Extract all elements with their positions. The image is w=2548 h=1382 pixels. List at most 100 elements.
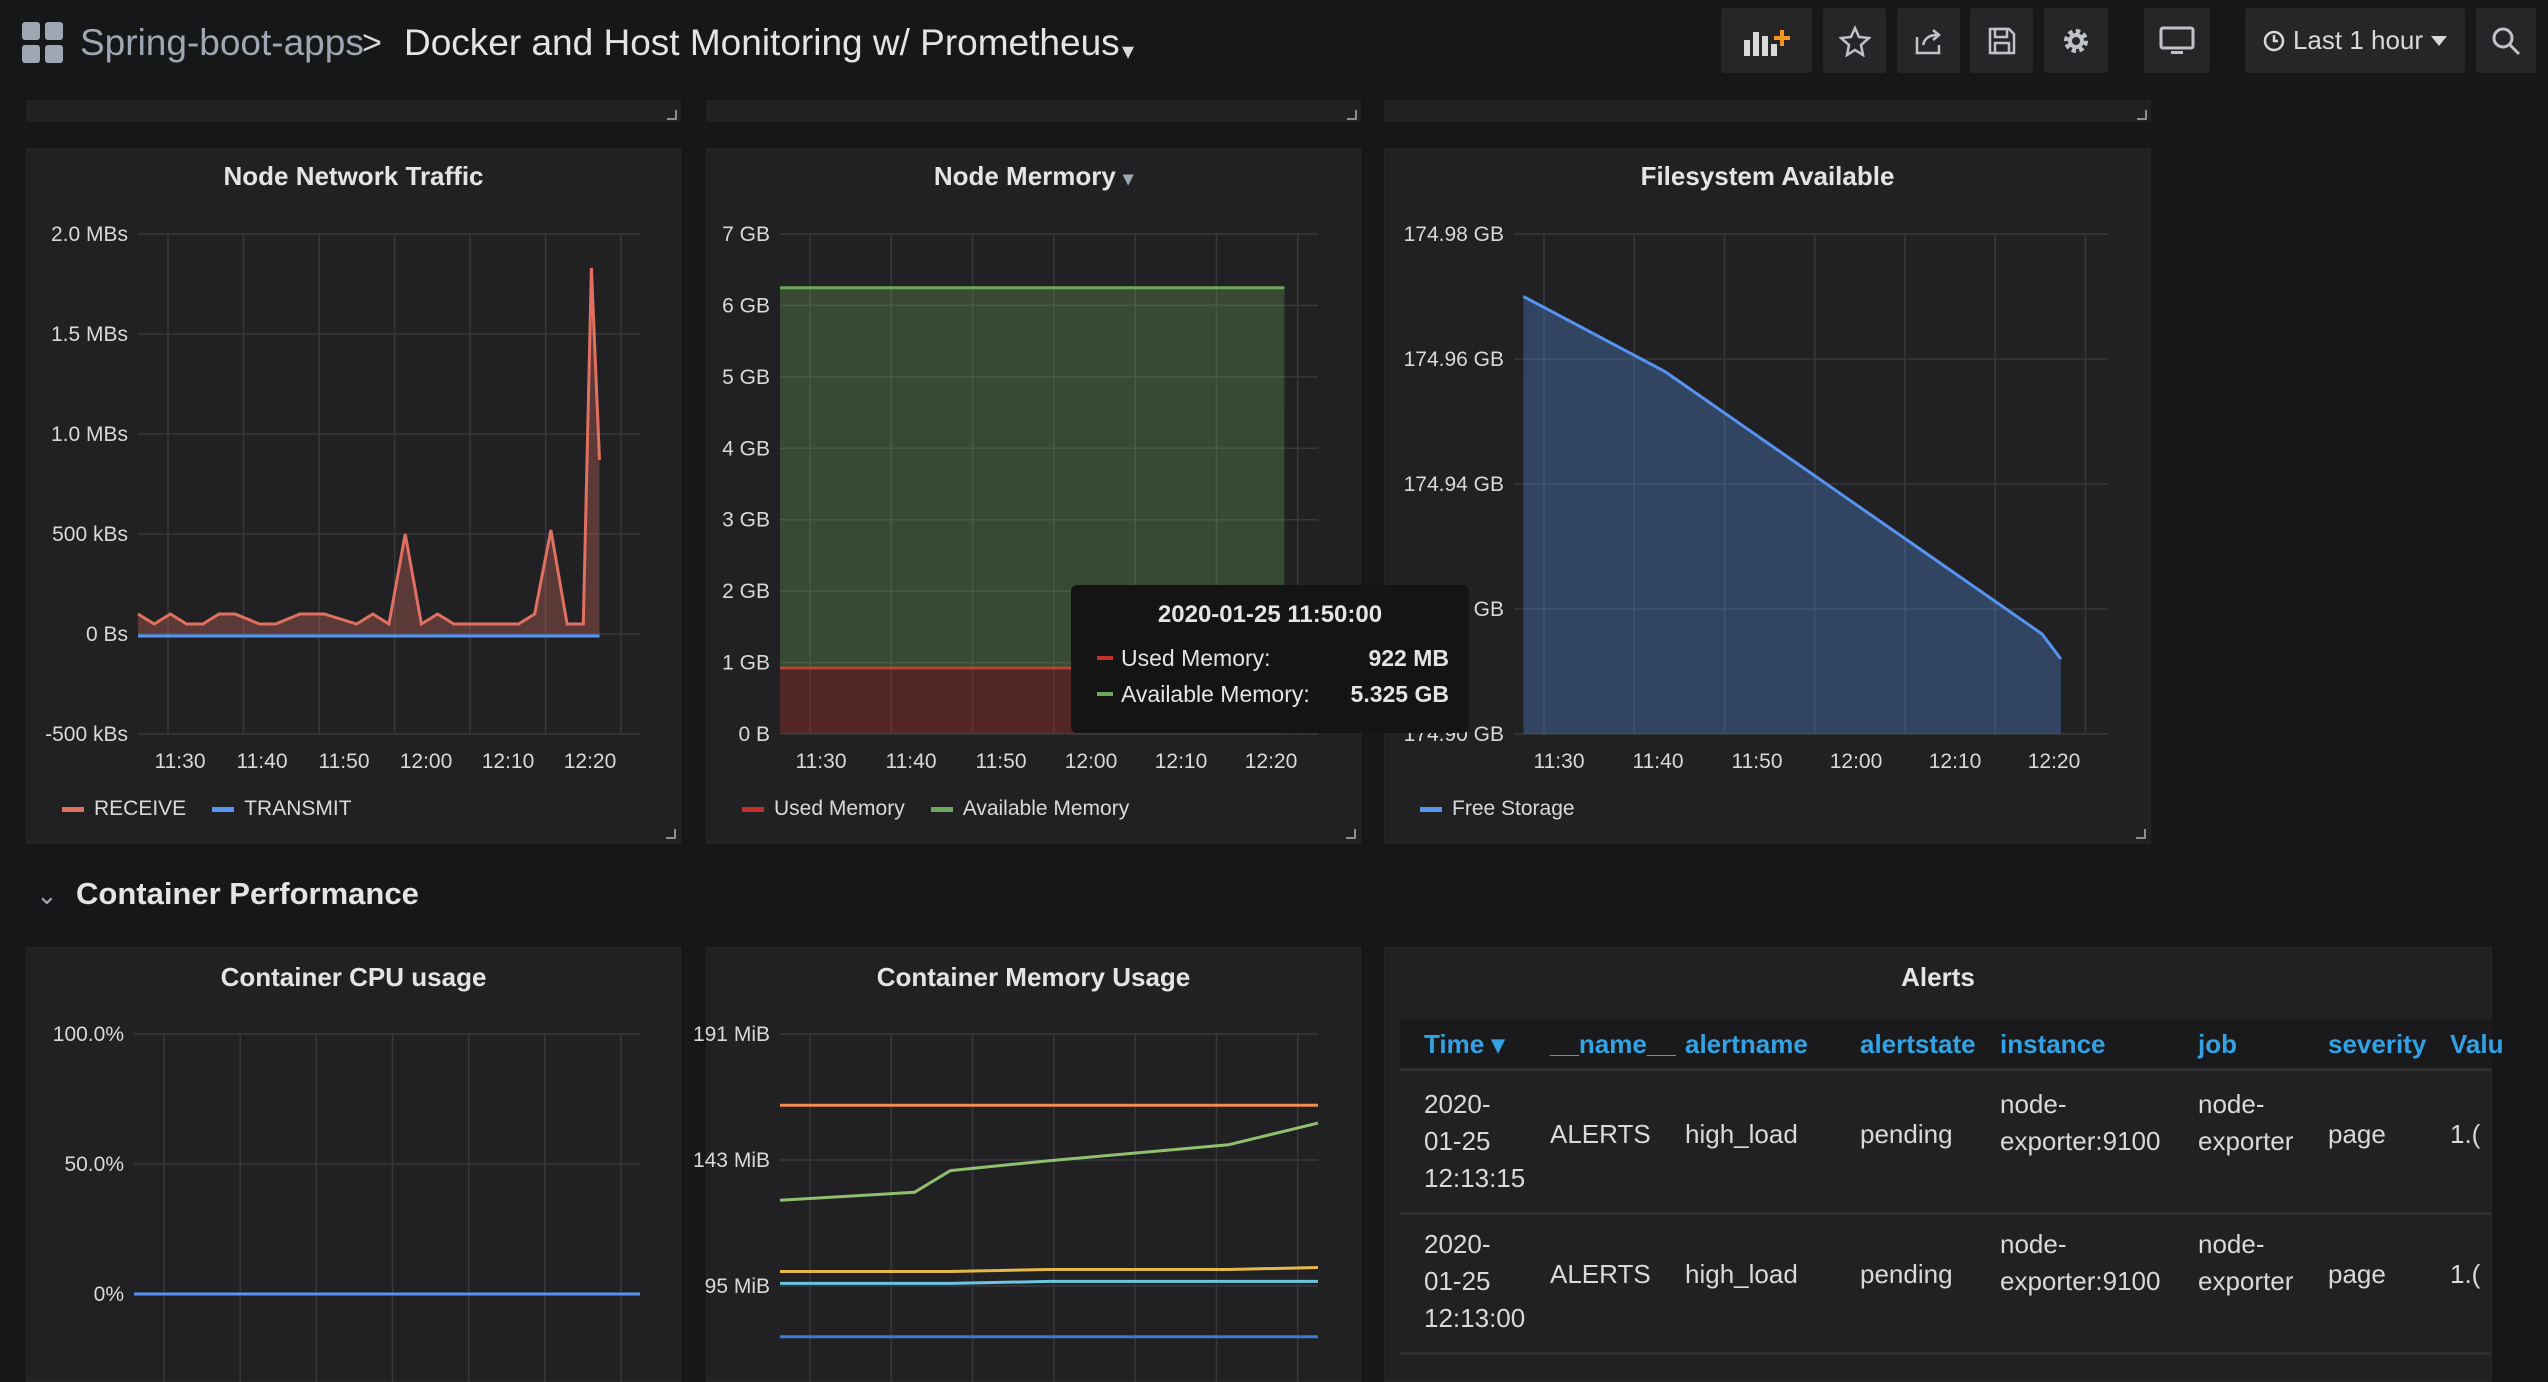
column-header[interactable]: Valu	[2450, 1020, 2503, 1068]
x-tick-label: 12:00	[400, 750, 453, 773]
y-tick-label: 4 GB	[722, 437, 770, 460]
legend-label: TRANSMIT	[244, 797, 352, 820]
table-cell: 1.(	[2450, 1119, 2481, 1149]
chart-4: 191 MiB143 MiB95 MiB48 MiB	[693, 1023, 1319, 1382]
table-cell: ALERTS	[1550, 1119, 1651, 1149]
series-area	[1523, 296, 2061, 734]
y-tick-label: 174.96 GB	[1404, 348, 1504, 371]
y-tick-label: 143 MiB	[693, 1149, 770, 1172]
x-tick-label: 11:50	[976, 750, 1027, 773]
y-tick-label: 7 GB	[722, 223, 770, 246]
table-cell: page	[2328, 1119, 2386, 1149]
x-tick-label: 12:20	[2028, 750, 2081, 773]
column-header[interactable]: job	[2198, 1020, 2237, 1068]
table-cell: pending	[1860, 1119, 1953, 1149]
x-tick-label: 11:50	[1732, 750, 1783, 773]
y-tick-label: 95 MiB	[705, 1275, 770, 1298]
legend-item[interactable]: TRANSMIT	[212, 797, 352, 821]
series-line	[780, 1266, 1319, 1273]
legend-network: RECEIVE TRANSMIT	[62, 797, 352, 821]
chart-2: 174.98 GB174.96 GB174.94 GB174.92 GB174.…	[1404, 223, 2108, 773]
y-tick-label: 1.5 MBs	[51, 323, 128, 346]
x-tick-label: 11:30	[155, 750, 206, 773]
table-cell: node-exporter:9100	[2000, 1089, 2161, 1156]
y-tick-label: 2.0 MBs	[51, 223, 128, 246]
y-tick-label: 5 GB	[722, 366, 770, 389]
y-tick-label: 500 kBs	[52, 523, 128, 546]
x-tick-label: 12:20	[564, 750, 617, 773]
y-tick-label: 174.98 GB	[1404, 223, 1504, 246]
y-tick-label: 2 GB	[722, 580, 770, 603]
y-tick-label: -500 kBs	[45, 723, 128, 746]
tooltip-row: Used Memory: 922 MB	[1097, 643, 1449, 673]
legend-item[interactable]: RECEIVE	[62, 797, 186, 821]
tooltip-value: 922 MB	[1368, 644, 1449, 671]
table-cell: node-exporter	[2198, 1089, 2294, 1156]
table-cell: 2020-01-25 12:13:15	[1424, 1089, 1526, 1193]
y-tick-label: 100.0%	[53, 1023, 124, 1046]
table-cell: 2020-01-25 12:13:00	[1424, 1229, 1526, 1333]
x-tick-label: 11:40	[886, 750, 937, 773]
legend-swatch	[1420, 806, 1442, 812]
tooltip-swatch	[1097, 692, 1113, 696]
graph-tooltip: 2020-01-25 11:50:00 Used Memory: 922 MB …	[1071, 585, 1469, 733]
tooltip-row: Available Memory: 5.325 GB	[1097, 679, 1449, 709]
table-cell: high_load	[1685, 1259, 1798, 1289]
legend-swatch	[212, 806, 235, 812]
chart-0: 2.0 MBs 1.5 MBs 1.0 MBs 500 kBs 0 Bs -500 kBs…	[45, 223, 640, 773]
legend-label: RECEIVE	[94, 797, 187, 820]
table-cell: ALERTS	[1550, 1259, 1651, 1289]
chart-3: 100.0%50.0%0%-50.0%	[53, 1023, 640, 1382]
x-tick-label: 12:00	[1065, 750, 1118, 773]
legend-item[interactable]: Used Memory	[742, 797, 905, 821]
column-header[interactable]: alertstate	[1860, 1020, 1976, 1068]
x-tick-label: 12:10	[1155, 750, 1208, 773]
legend-memory: Used Memory Available Memory	[742, 797, 1129, 821]
column-header[interactable]: instance	[2000, 1020, 2106, 1068]
legend-item[interactable]: Free Storage	[1420, 797, 1575, 821]
y-tick-label: 191 MiB	[693, 1023, 770, 1046]
y-tick-label: 1 GB	[722, 652, 770, 675]
table-cell: 1.(	[2450, 1259, 2481, 1289]
x-tick-label: 12:20	[1245, 750, 1298, 773]
legend-filesystem: Free Storage	[1420, 797, 1575, 821]
legend-swatch	[930, 806, 953, 812]
legend-item[interactable]: Available Memory	[930, 797, 1130, 821]
x-tick-label: 12:00	[1830, 750, 1883, 773]
series-line	[137, 267, 601, 627]
y-tick-label: 50.0%	[64, 1153, 124, 1176]
series-line	[780, 1279, 1318, 1285]
tooltip-swatch	[1097, 656, 1113, 660]
y-tick-label: 174.94 GB	[1404, 473, 1504, 496]
table-cell: node-exporter	[2198, 1229, 2294, 1296]
x-tick-label: 11:30	[796, 750, 847, 773]
y-tick-label: 0 Bs	[86, 623, 128, 646]
x-tick-label: 11:40	[237, 750, 288, 773]
column-header[interactable]: __name__	[1550, 1020, 1676, 1068]
x-tick-label: 11:40	[1633, 750, 1684, 773]
tooltip-time: 2020-01-25 11:50:00	[1157, 601, 1383, 628]
tooltip-value: 5.325 GB	[1350, 680, 1449, 707]
x-tick-label: 11:30	[1534, 750, 1585, 773]
table-cell: pending	[1860, 1259, 1953, 1289]
table-cell: node-exporter:9100	[2000, 1229, 2161, 1296]
table-cell: page	[2328, 1259, 2386, 1289]
x-tick-label: 12:10	[1929, 750, 1982, 773]
series-line	[779, 1121, 1319, 1202]
column-header[interactable]: alertname	[1685, 1020, 1808, 1068]
tooltip-label: Used Memory:	[1121, 644, 1271, 671]
column-header[interactable]: Time ▾	[1424, 1020, 1505, 1068]
legend-swatch	[742, 806, 764, 812]
y-tick-label: 1.0 MBs	[51, 423, 128, 446]
y-tick-label: 0 B	[738, 723, 770, 746]
x-tick-label: 12:10	[482, 750, 535, 773]
y-tick-label: 3 GB	[722, 509, 770, 532]
table-cell: high_load	[1685, 1119, 1798, 1149]
legend-label: Available Memory	[962, 797, 1130, 820]
legend-label: Free Storage	[1452, 797, 1575, 820]
legend-label: Used Memory	[774, 797, 905, 820]
column-header[interactable]: severity	[2328, 1020, 2426, 1068]
series-area	[138, 268, 600, 634]
legend-swatch	[62, 806, 84, 812]
x-tick-label: 11:50	[319, 750, 370, 773]
